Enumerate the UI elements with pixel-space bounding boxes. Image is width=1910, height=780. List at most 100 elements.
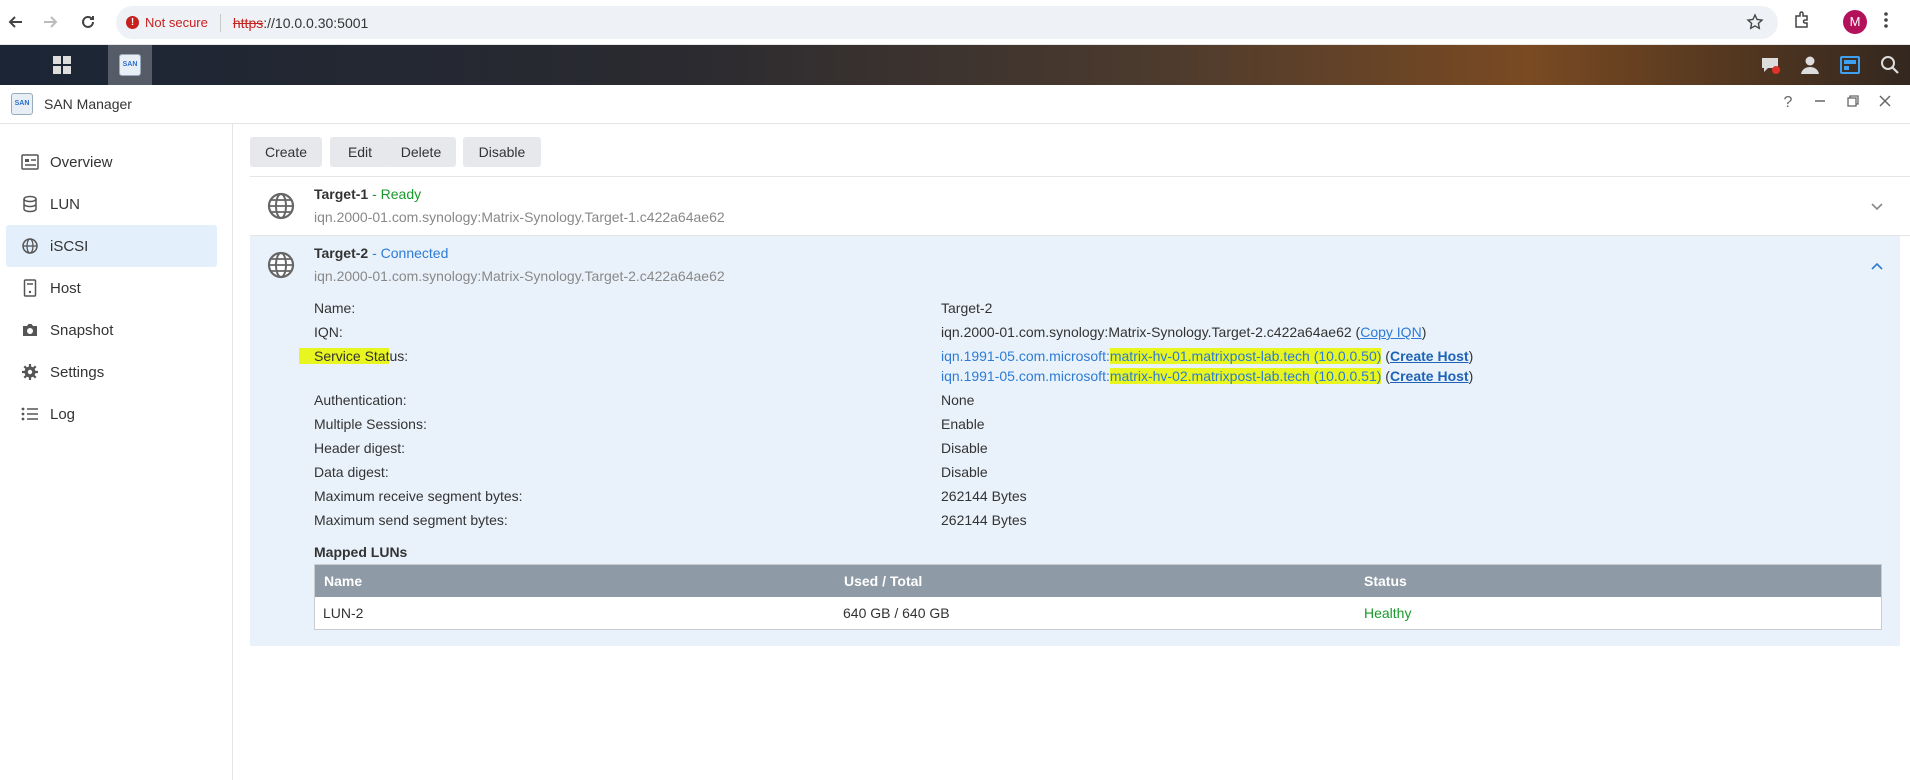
sidebar-item-label: Host — [50, 279, 81, 297]
host-icon — [20, 279, 40, 297]
mapped-luns-table: Name Used / Total Status LUN-2 640 GB / … — [314, 564, 1882, 630]
arrow-right-icon — [44, 16, 58, 28]
dsm-taskbar: SAN — [0, 45, 1910, 85]
address-bar[interactable]: ! Not secure https://10.0.0.30:5001 — [116, 6, 1778, 39]
service-status-label: Service Status: — [299, 348, 408, 364]
mapped-luns-title: Mapped LUNs — [314, 544, 408, 560]
max-send-label: Maximum send segment bytes: — [314, 512, 508, 528]
table-row[interactable]: LUN-2 640 GB / 640 GB Healthy — [315, 597, 1881, 629]
chevron-up-icon[interactable] — [1870, 258, 1884, 274]
extensions-icon[interactable] — [1792, 10, 1812, 36]
header-digest-label: Header digest: — [314, 440, 406, 456]
globe-icon — [267, 192, 295, 220]
overview-icon — [20, 154, 40, 170]
lun-status: Healthy — [1364, 605, 1412, 621]
session-prefix: iqn.1991-05.com.microsoft: — [941, 368, 1110, 384]
sidebar-item-label: Log — [50, 405, 76, 423]
copy-iqn-link[interactable]: Copy IQN — [1360, 324, 1421, 340]
highlight: Service Stat — [299, 348, 390, 364]
reload-button[interactable] — [72, 6, 104, 38]
sidebar-item-label: Snapshot — [50, 321, 114, 339]
sidebar-item-host[interactable]: Host — [6, 267, 217, 309]
create-host-link[interactable]: Create Host — [1390, 348, 1469, 364]
notifications-icon[interactable] — [1750, 45, 1790, 85]
iqn-value-line: iqn.2000-01.com.synology:Matrix-Synology… — [941, 324, 1427, 340]
max-send-value: 262144 Bytes — [941, 512, 1027, 528]
san-manager-icon: SAN — [11, 93, 33, 115]
reload-icon — [82, 15, 94, 28]
more-menu-icon[interactable] — [1883, 10, 1889, 36]
globe-icon — [20, 237, 40, 255]
url-text[interactable]: https://10.0.0.30:5001 — [233, 15, 368, 31]
window-titlebar: SAN SAN Manager ? — [0, 85, 1910, 124]
gear-icon — [20, 363, 40, 381]
edit-button[interactable]: Edit — [330, 137, 390, 167]
data-digest-value: Disable — [941, 464, 988, 480]
target-title[interactable]: Target-2 - Connected — [314, 245, 448, 261]
target-name: Target-1 — [314, 186, 369, 202]
sidebar: Overview LUN iSCSI Host Snapshot Setting… — [0, 124, 233, 780]
bookmark-star-icon[interactable] — [1746, 13, 1764, 36]
max-receive-value: 262144 Bytes — [941, 488, 1027, 504]
chevron-down-icon[interactable] — [1870, 199, 1884, 215]
back-button[interactable] — [0, 6, 32, 38]
target-iqn: iqn.2000-01.com.synology:Matrix-Synology… — [314, 209, 725, 225]
create-button[interactable]: Create — [250, 137, 322, 167]
arrow-left-icon — [8, 16, 22, 28]
target-status: Ready — [380, 186, 422, 202]
sidebar-item-label: Overview — [50, 153, 113, 171]
multiple-sessions-label: Multiple Sessions: — [314, 416, 427, 432]
column-header[interactable]: Used / Total — [844, 573, 922, 589]
main-menu-button[interactable] — [46, 45, 78, 85]
restore-icon[interactable] — [1843, 94, 1863, 113]
target-title: Target-1 - Ready — [314, 186, 421, 202]
disable-button[interactable]: Disable — [463, 137, 541, 167]
url-host: ://10.0.0.30:5001 — [263, 14, 369, 31]
taskbar-san-manager[interactable]: SAN — [108, 45, 152, 85]
create-host-link[interactable]: Create Host — [1390, 368, 1469, 384]
table-header: Name Used / Total Status — [315, 565, 1881, 597]
sidebar-item-lun[interactable]: LUN — [6, 183, 217, 225]
iqn-value: iqn.2000-01.com.synology:Matrix-Synology… — [941, 324, 1352, 340]
divider — [219, 13, 221, 32]
data-digest-label: Data digest: — [314, 464, 389, 480]
target-separator: - — [368, 186, 381, 202]
target-iqn: iqn.2000-01.com.synology:Matrix-Synology… — [314, 268, 725, 284]
security-label: Not secure — [145, 15, 208, 30]
user-icon[interactable] — [1790, 45, 1830, 85]
database-icon — [20, 195, 40, 213]
sidebar-item-label: Settings — [50, 363, 105, 381]
target-row[interactable]: Target-1 - Ready iqn.2000-01.com.synolog… — [250, 177, 1900, 235]
column-header[interactable]: Status — [1364, 573, 1407, 589]
lun-name: LUN-2 — [323, 605, 364, 621]
session-host: matrix-hv-01.matrixpost-lab.tech (10.0.0… — [1109, 348, 1382, 364]
profile-avatar[interactable]: M — [1843, 10, 1867, 34]
widgets-icon[interactable] — [1830, 45, 1870, 85]
multiple-sessions-value: Enable — [941, 416, 985, 432]
target-status: Connected — [380, 245, 449, 261]
sidebar-item-log[interactable]: Log — [6, 393, 217, 435]
session-host: matrix-hv-02.matrixpost-lab.tech (10.0.0… — [1109, 368, 1382, 384]
sidebar-item-settings[interactable]: Settings — [6, 351, 217, 393]
security-chip[interactable]: ! Not secure — [126, 15, 208, 30]
session-prefix: iqn.1991-05.com.microsoft: — [941, 348, 1110, 364]
column-header[interactable]: Name — [324, 573, 362, 589]
minimize-icon[interactable] — [1810, 94, 1830, 113]
list-icon — [20, 406, 40, 422]
grid-icon — [53, 56, 71, 74]
target-name: Target-2 — [314, 245, 369, 261]
window-title: SAN Manager — [44, 96, 132, 112]
session-2: iqn.1991-05.com.microsoft:matrix-hv-02.m… — [941, 368, 1474, 384]
warning-icon: ! — [126, 16, 139, 29]
sidebar-item-snapshot[interactable]: Snapshot — [6, 309, 217, 351]
close-icon[interactable] — [1875, 94, 1895, 113]
help-icon[interactable]: ? — [1778, 94, 1798, 112]
sidebar-item-iscsi[interactable]: iSCSI — [6, 225, 217, 267]
sidebar-item-overview[interactable]: Overview — [6, 141, 217, 183]
forward-button[interactable] — [34, 6, 66, 38]
authentication-label: Authentication: — [314, 392, 407, 408]
main-content: Create Edit Delete Disable Target-1 - Re… — [234, 124, 1910, 780]
delete-button[interactable]: Delete — [386, 137, 456, 167]
search-icon[interactable] — [1870, 45, 1910, 85]
target-separator: - — [368, 245, 381, 261]
